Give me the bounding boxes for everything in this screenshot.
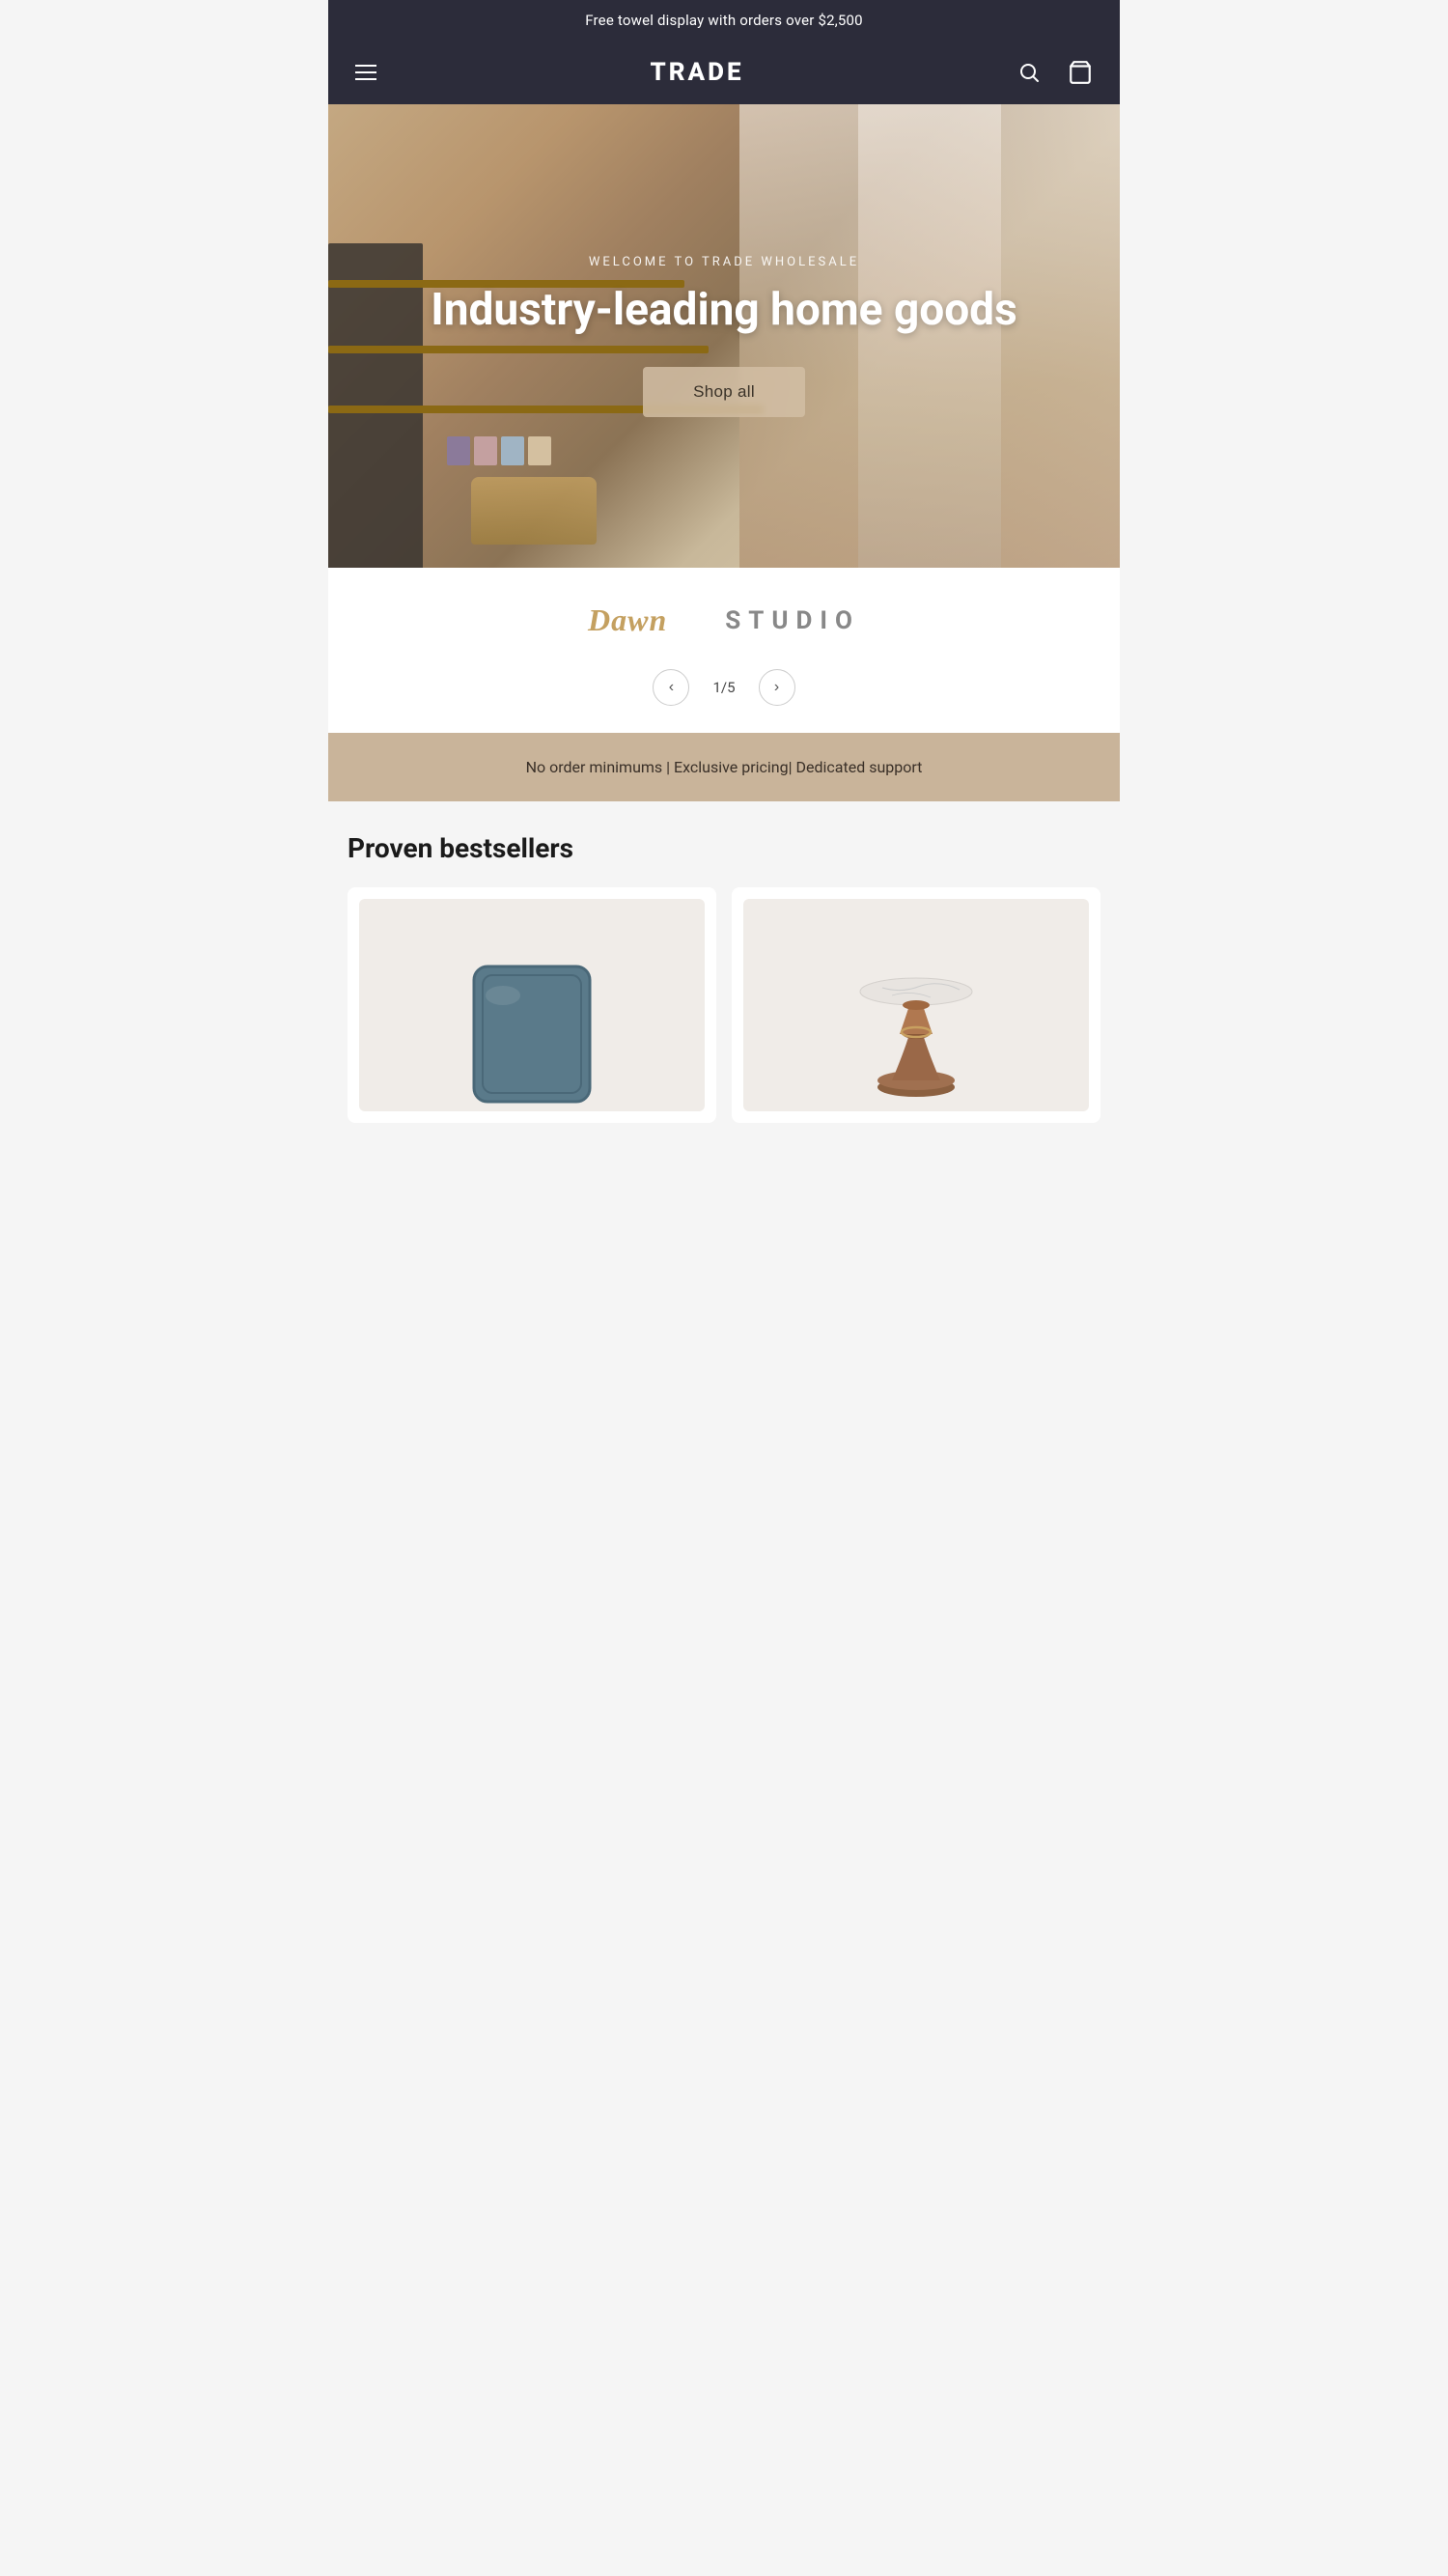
fold-item — [501, 436, 524, 465]
fold-item — [447, 436, 470, 465]
carousel-controls: ‹ 1/5 › — [328, 658, 1120, 733]
menu-icon — [355, 65, 376, 80]
carousel-next-button[interactable]: › — [759, 669, 795, 706]
products-section-title: Proven bestsellers — [348, 832, 1100, 864]
cart-icon — [1068, 60, 1093, 85]
hero-folded-items — [447, 436, 551, 465]
search-icon — [1017, 61, 1041, 84]
hero-title: Industry-leading home goods — [431, 285, 1016, 336]
header: TRADE — [328, 41, 1120, 104]
shop-all-button[interactable]: Shop all — [643, 367, 805, 417]
pillow-visual — [455, 928, 609, 1111]
cart-button[interactable] — [1064, 56, 1097, 89]
product-card-pillow[interactable] — [348, 887, 716, 1123]
pillow-svg — [459, 938, 604, 1111]
header-icons — [1014, 56, 1097, 89]
search-button[interactable] — [1014, 57, 1044, 88]
product-image-table — [743, 899, 1089, 1111]
benefits-text: No order minimums | Exclusive pricing| D… — [348, 754, 1100, 780]
carousel-prev-button[interactable]: ‹ — [653, 669, 689, 706]
products-grid — [348, 887, 1100, 1123]
menu-button[interactable] — [351, 61, 380, 84]
hero-content: WELCOME TO TRADE WHOLESALE Industry-lead… — [402, 255, 1045, 417]
site-logo: TRADE — [650, 58, 743, 87]
benefits-bar: No order minimums | Exclusive pricing| D… — [328, 733, 1120, 801]
table-visual — [839, 928, 993, 1111]
table-svg — [844, 938, 989, 1111]
brands-section: Dawn STUDIO — [328, 568, 1120, 658]
announcement-text: Free towel display with orders over $2,5… — [585, 12, 863, 29]
hero-basket — [471, 477, 597, 545]
brand-dawn[interactable]: Dawn — [588, 602, 667, 638]
products-section: Proven bestsellers — [328, 801, 1120, 1142]
hero-section: WELCOME TO TRADE WHOLESALE Industry-lead… — [328, 104, 1120, 568]
hero-subtitle: WELCOME TO TRADE WHOLESALE — [431, 255, 1016, 269]
product-image-pillow — [359, 899, 705, 1111]
prev-arrow-icon: ‹ — [669, 679, 674, 696]
fold-item — [474, 436, 497, 465]
product-card-table[interactable] — [732, 887, 1100, 1123]
next-arrow-icon: › — [774, 679, 779, 696]
fold-item — [528, 436, 551, 465]
carousel-indicator: 1/5 — [712, 679, 735, 696]
announcement-bar: Free towel display with orders over $2,5… — [328, 0, 1120, 41]
brand-studio[interactable]: STUDIO — [725, 606, 860, 635]
